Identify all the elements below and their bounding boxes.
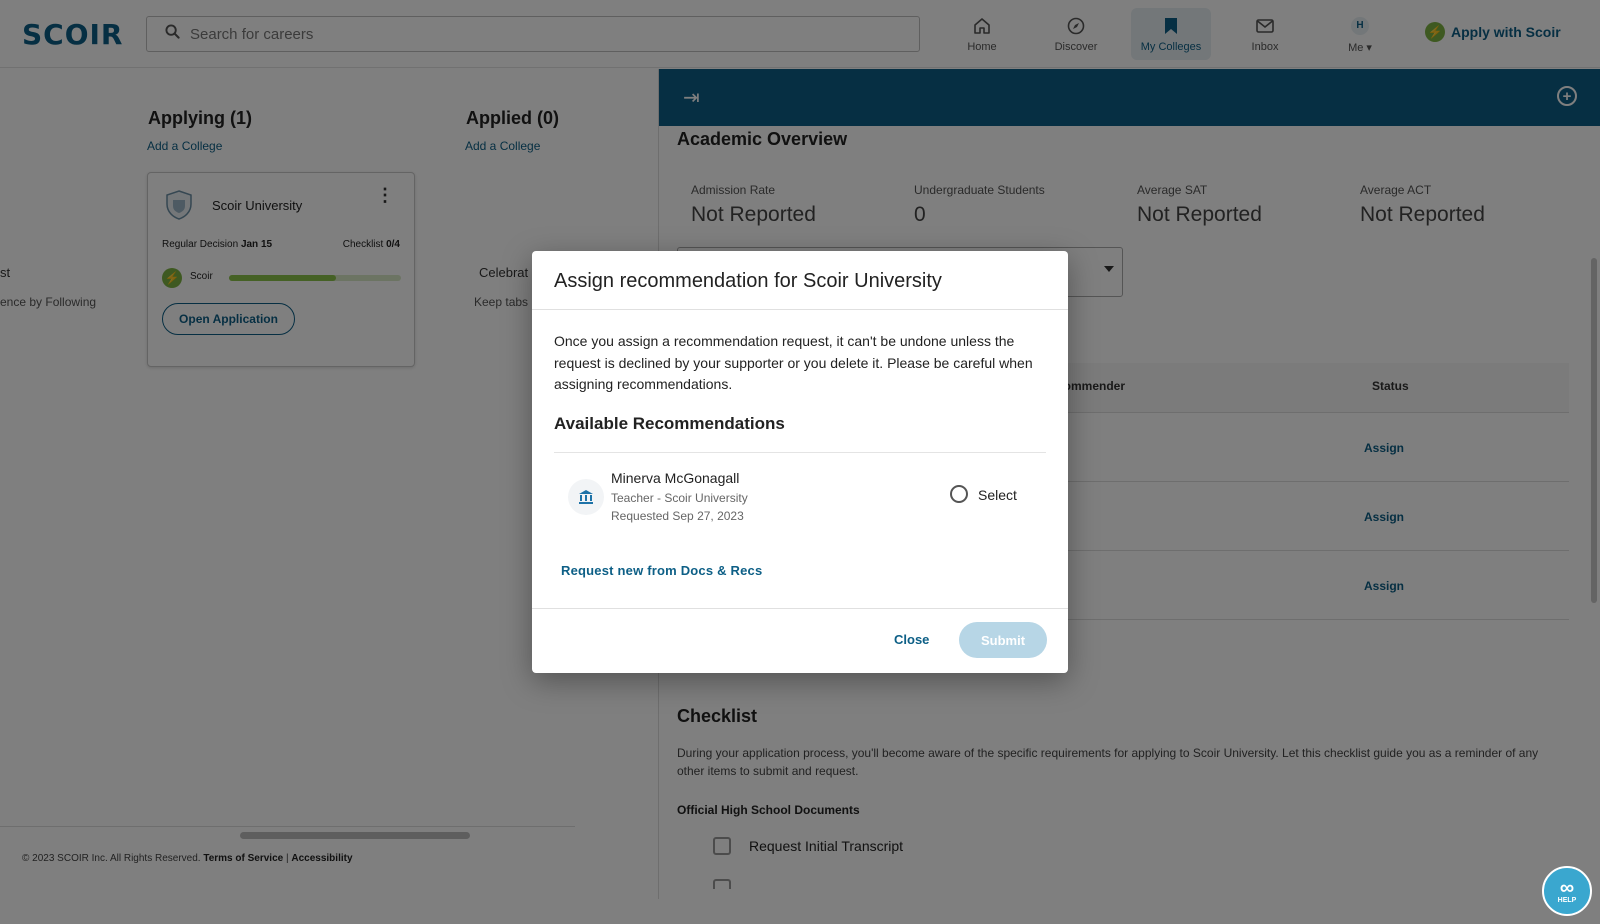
close-button[interactable]: Close <box>894 632 929 647</box>
dialog-warning-text: Once you assign a recommendation request… <box>554 333 1033 392</box>
recommender-role: Teacher - Scoir University <box>611 491 748 505</box>
help-label: HELP <box>1557 896 1577 904</box>
request-new-link[interactable]: Request new from Docs & Recs <box>561 563 762 578</box>
available-recommendations-heading: Available Recommendations <box>554 414 785 433</box>
infinity-icon: ∞ <box>1559 876 1575 899</box>
recommender-name: Minerva McGonagall <box>611 470 740 486</box>
dialog-footer-divider <box>532 608 1068 609</box>
help-button[interactable]: ∞ HELP <box>1542 866 1592 916</box>
submit-button[interactable]: Submit <box>959 622 1047 658</box>
assign-recommendation-dialog: Assign recommendation for Scoir Universi… <box>532 251 1068 673</box>
dialog-header-divider <box>532 309 1068 310</box>
select-radio[interactable] <box>950 485 968 503</box>
dialog-title: Assign recommendation for Scoir Universi… <box>554 270 942 292</box>
list-divider <box>554 452 1046 453</box>
institution-icon <box>568 479 604 515</box>
select-radio-label[interactable]: Select <box>978 487 1017 503</box>
request-date: Requested Sep 27, 2023 <box>611 509 744 523</box>
